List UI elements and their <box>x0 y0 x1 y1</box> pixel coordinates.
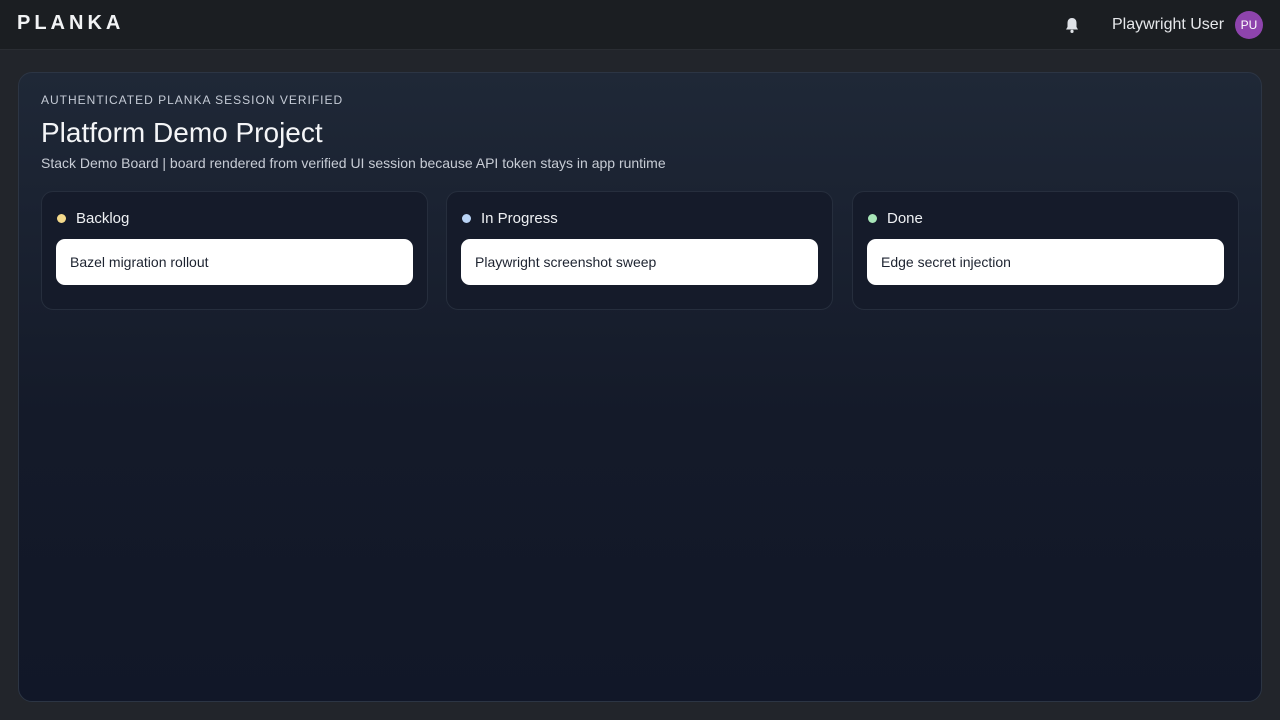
page-title: Platform Demo Project <box>41 117 323 148</box>
list-header: Done <box>868 208 923 228</box>
list-header: In Progress <box>462 208 558 228</box>
list-backlog: Backlog Bazel migration rollout <box>41 191 428 310</box>
status-dot <box>868 213 877 223</box>
board-panel: AUTHENTICATED PLANKA SESSION VERIFIED Pl… <box>18 72 1262 702</box>
app-logo[interactable]: PLANKA <box>17 12 124 35</box>
board-subtitle: Stack Demo Board | board rendered from v… <box>41 155 666 171</box>
list-title[interactable]: Backlog <box>76 210 129 227</box>
status-dot <box>462 213 471 223</box>
list-title[interactable]: Done <box>887 210 923 227</box>
list-in-progress: In Progress Playwright screenshot sweep <box>446 191 833 310</box>
list-header: Backlog <box>57 208 129 228</box>
card[interactable]: Bazel migration rollout <box>56 239 413 285</box>
top-bar: PLANKA Playwright User PU <box>0 0 1280 50</box>
bell-icon[interactable] <box>1062 15 1082 35</box>
avatar[interactable]: PU <box>1235 11 1263 39</box>
status-dot <box>57 213 66 223</box>
list-done: Done Edge secret injection <box>852 191 1239 310</box>
list-title[interactable]: In Progress <box>481 210 558 227</box>
card[interactable]: Edge secret injection <box>867 239 1224 285</box>
user-name[interactable]: Playwright User <box>1112 16 1224 34</box>
card[interactable]: Playwright screenshot sweep <box>461 239 818 285</box>
session-status: AUTHENTICATED PLANKA SESSION VERIFIED <box>41 93 344 107</box>
